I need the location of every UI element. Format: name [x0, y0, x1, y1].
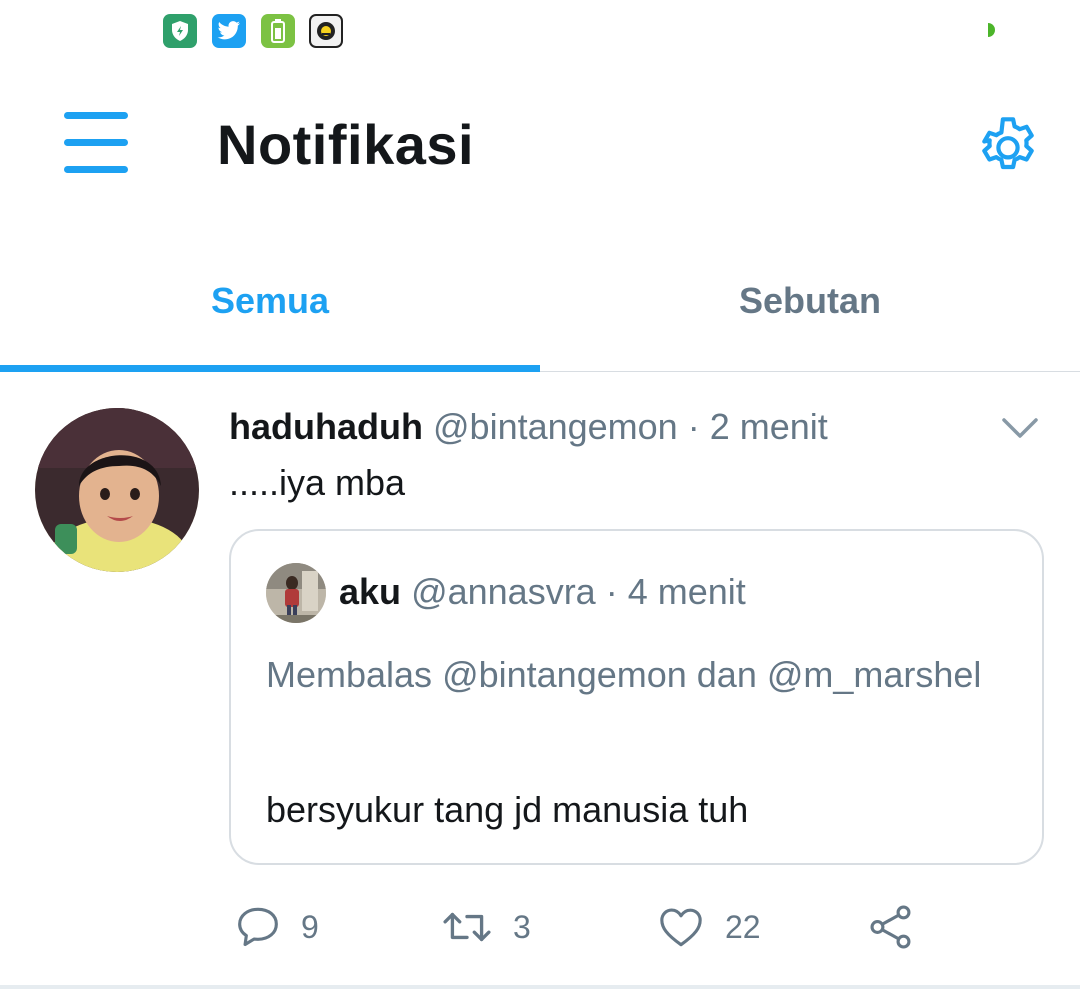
quoted-author-handle: @annasvra: [411, 571, 596, 612]
author-handle[interactable]: @bintangemon: [433, 406, 678, 447]
retweet-button[interactable]: 3: [439, 892, 531, 962]
active-tab-indicator: [0, 365, 540, 372]
tab-mentions[interactable]: Sebutan: [540, 230, 1080, 372]
status-bar: [0, 0, 1080, 60]
app-bar: Notifikasi: [0, 60, 1080, 230]
page-title: Notifikasi: [217, 113, 475, 176]
tweet-actions: 9 3 22: [229, 892, 1044, 962]
chevron-down-icon: [1002, 418, 1038, 438]
quoted-header: aku @annasvra · 4 menit: [339, 571, 746, 613]
settings-button[interactable]: [972, 110, 1044, 182]
tab-all[interactable]: Semua: [0, 230, 540, 372]
battery-saver-icon: [261, 14, 295, 48]
retweet-count: 3: [513, 908, 531, 945]
avatar[interactable]: [35, 408, 199, 572]
quoted-author-name: aku: [339, 571, 402, 612]
shield-icon: [163, 14, 197, 48]
status-indicator: [986, 22, 1002, 38]
reply-context: Membalas @bintangemon dan @m_marshel: [266, 654, 982, 695]
retweet-icon: [443, 912, 491, 942]
share-icon: [870, 905, 911, 949]
menu-button[interactable]: [60, 112, 132, 176]
separator: ·: [605, 571, 618, 612]
quoted-time: 4 menit: [627, 571, 746, 612]
reply-count: 9: [301, 908, 319, 945]
like-button[interactable]: 22: [655, 892, 761, 962]
heart-icon: [660, 908, 702, 947]
twitter-icon: [212, 14, 246, 48]
reply-button[interactable]: 9: [233, 892, 319, 962]
menu-icon: [64, 112, 128, 119]
divider: [0, 985, 1080, 989]
quoted-text: bersyukur tang jd manusia tuh: [266, 789, 749, 830]
author-name[interactable]: haduhaduh: [229, 406, 423, 447]
gear-icon: [982, 117, 1034, 170]
reply-icon: [238, 907, 278, 947]
like-count: 22: [725, 908, 761, 945]
tweet-menu-button[interactable]: [996, 408, 1044, 448]
quoted-avatar: [266, 563, 326, 623]
separator: ·: [687, 406, 700, 447]
tweet-text: .....iya mba: [229, 462, 406, 503]
tweet-header: haduhaduh @bintangemon · 2 menit: [229, 406, 828, 448]
notification-tabs: Semua Sebutan: [0, 230, 1080, 372]
chat-app-icon: [309, 14, 343, 48]
tweet-time: 2 menit: [709, 406, 828, 447]
quoted-tweet[interactable]: aku @annasvra · 4 menit Membalas @bintan…: [229, 529, 1044, 865]
notification-tweet[interactable]: haduhaduh @bintangemon · 2 menit .....iy…: [0, 372, 1080, 989]
share-button[interactable]: [865, 892, 917, 962]
